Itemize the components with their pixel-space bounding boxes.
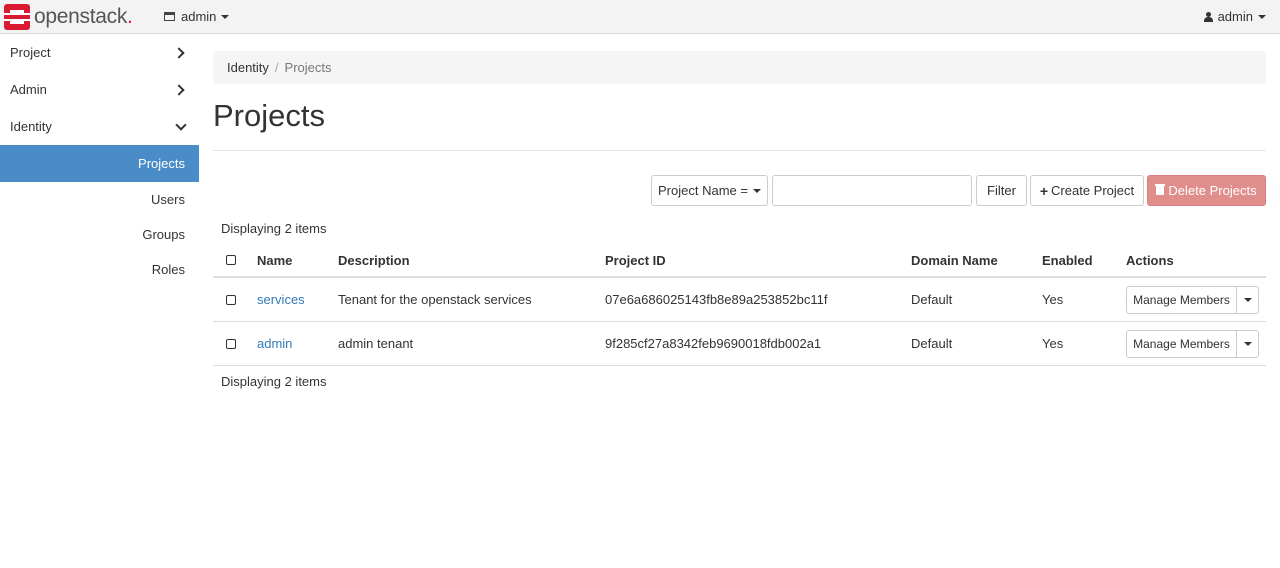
sidebar-item-label: Groups: [142, 227, 185, 242]
select-all-checkbox[interactable]: [226, 255, 236, 265]
projects-table: Name Description Project ID Domain Name …: [213, 244, 1266, 366]
sidebar: Project Admin Identity Projects Users Gr…: [0, 34, 199, 287]
manage-members-button[interactable]: Manage Members: [1126, 285, 1237, 314]
sidebar-section-label: Admin: [10, 82, 47, 97]
filter-field-select[interactable]: Project Name =: [651, 175, 768, 206]
plus-icon: +: [1039, 182, 1049, 199]
top-navbar: openstack. admin admin: [0, 0, 1280, 34]
filter-button-label: Filter: [987, 183, 1016, 198]
chevron-down-icon: [175, 118, 187, 131]
column-header-project-id[interactable]: Project ID: [605, 244, 666, 276]
table-icon: [164, 12, 175, 21]
row-actions-dropdown[interactable]: [1237, 285, 1259, 314]
project-id: 07e6a686025143fb8e89a253852bc11f: [605, 292, 828, 307]
breadcrumb-separator: /: [274, 60, 279, 75]
title-divider: [213, 150, 1266, 151]
row-actions-group: Manage Members: [1126, 285, 1259, 314]
brand-name: openstack.: [34, 5, 133, 28]
sidebar-item-label: Users: [151, 192, 185, 207]
row-select-cell: [226, 278, 236, 321]
chevron-right-icon: [173, 46, 185, 59]
sidebar-section-project[interactable]: Project: [0, 34, 199, 71]
item-count-bottom: Displaying 2 items: [221, 374, 327, 389]
project-enabled: Yes: [1042, 336, 1064, 351]
table-row: services Tenant for the openstack servic…: [213, 278, 1266, 322]
caret-down-icon: [752, 188, 761, 193]
caret-down-icon: [1258, 14, 1266, 19]
delete-projects-label: Delete Projects: [1168, 183, 1257, 198]
breadcrumb-current: Projects: [284, 60, 332, 75]
filter-field-label: Project Name =: [658, 183, 748, 198]
sidebar-section-label: Identity: [10, 119, 52, 134]
project-name-cell: admin: [257, 322, 292, 365]
sidebar-section-label: Project: [10, 45, 51, 60]
sidebar-item-groups[interactable]: Groups: [0, 217, 199, 252]
column-header-domain-name[interactable]: Domain Name: [911, 244, 998, 276]
row-actions: Manage Members: [1126, 278, 1259, 321]
row-select-cell: [226, 322, 236, 365]
user-menu[interactable]: admin: [1203, 9, 1266, 24]
item-count-top: Displaying 2 items: [221, 221, 327, 236]
project-enabled: Yes: [1042, 292, 1064, 307]
project-description: admin tenant: [338, 336, 414, 351]
create-project-label: Create Project: [1051, 183, 1135, 198]
column-header-enabled[interactable]: Enabled: [1042, 244, 1093, 276]
project-name-link[interactable]: admin: [257, 336, 292, 351]
filter-input[interactable]: [772, 175, 972, 206]
project-name-link[interactable]: services: [257, 292, 305, 307]
manage-members-button[interactable]: Manage Members: [1126, 329, 1237, 358]
row-actions: Manage Members: [1126, 322, 1259, 365]
row-actions-group: Manage Members: [1126, 329, 1259, 358]
project-id: 9f285cf27a8342feb9690018fdb002a1: [605, 336, 822, 351]
project-domain: Default: [911, 292, 953, 307]
sidebar-section-identity[interactable]: Identity: [0, 108, 199, 145]
column-header-name[interactable]: Name: [257, 244, 292, 276]
delete-projects-button[interactable]: Delete Projects: [1147, 175, 1266, 206]
project-name-cell: services: [257, 278, 305, 321]
sidebar-item-label: Roles: [151, 262, 185, 277]
project-domain: Default: [911, 336, 953, 351]
breadcrumb: Identity / Projects: [213, 51, 1266, 84]
project-selector[interactable]: admin: [164, 9, 230, 24]
column-header-description[interactable]: Description: [338, 244, 410, 276]
filter-button[interactable]: Filter: [976, 175, 1027, 206]
page-title: Projects: [213, 98, 325, 133]
sidebar-item-roles[interactable]: Roles: [0, 252, 199, 287]
row-checkbox[interactable]: [226, 294, 236, 305]
sidebar-item-projects[interactable]: Projects: [0, 145, 199, 182]
column-header-actions: Actions: [1126, 252, 1174, 268]
create-project-button[interactable]: + Create Project: [1030, 175, 1144, 206]
sidebar-section-admin[interactable]: Admin: [0, 71, 199, 108]
table-row: admin admin tenant 9f285cf27a8342feb9690…: [213, 322, 1266, 366]
trash-icon: [1155, 184, 1166, 195]
openstack-logo-icon: [4, 4, 30, 30]
project-selector-label: admin: [181, 9, 217, 24]
caret-down-icon: [1243, 341, 1252, 346]
user-icon: [1203, 11, 1213, 22]
caret-down-icon: [221, 14, 230, 19]
user-menu-label: admin: [1217, 9, 1253, 24]
chevron-right-icon: [173, 83, 185, 96]
table-header-row: Name Description Project ID Domain Name …: [213, 244, 1266, 278]
caret-down-icon: [1243, 297, 1252, 302]
row-actions-dropdown[interactable]: [1237, 329, 1259, 358]
breadcrumb-identity[interactable]: Identity: [227, 60, 269, 75]
sidebar-item-users[interactable]: Users: [0, 182, 199, 217]
sidebar-item-label: Projects: [138, 156, 185, 171]
brand[interactable]: openstack.: [4, 3, 133, 31]
row-checkbox[interactable]: [226, 338, 236, 349]
project-description: Tenant for the openstack services: [338, 292, 532, 307]
select-all-cell: [226, 244, 236, 276]
